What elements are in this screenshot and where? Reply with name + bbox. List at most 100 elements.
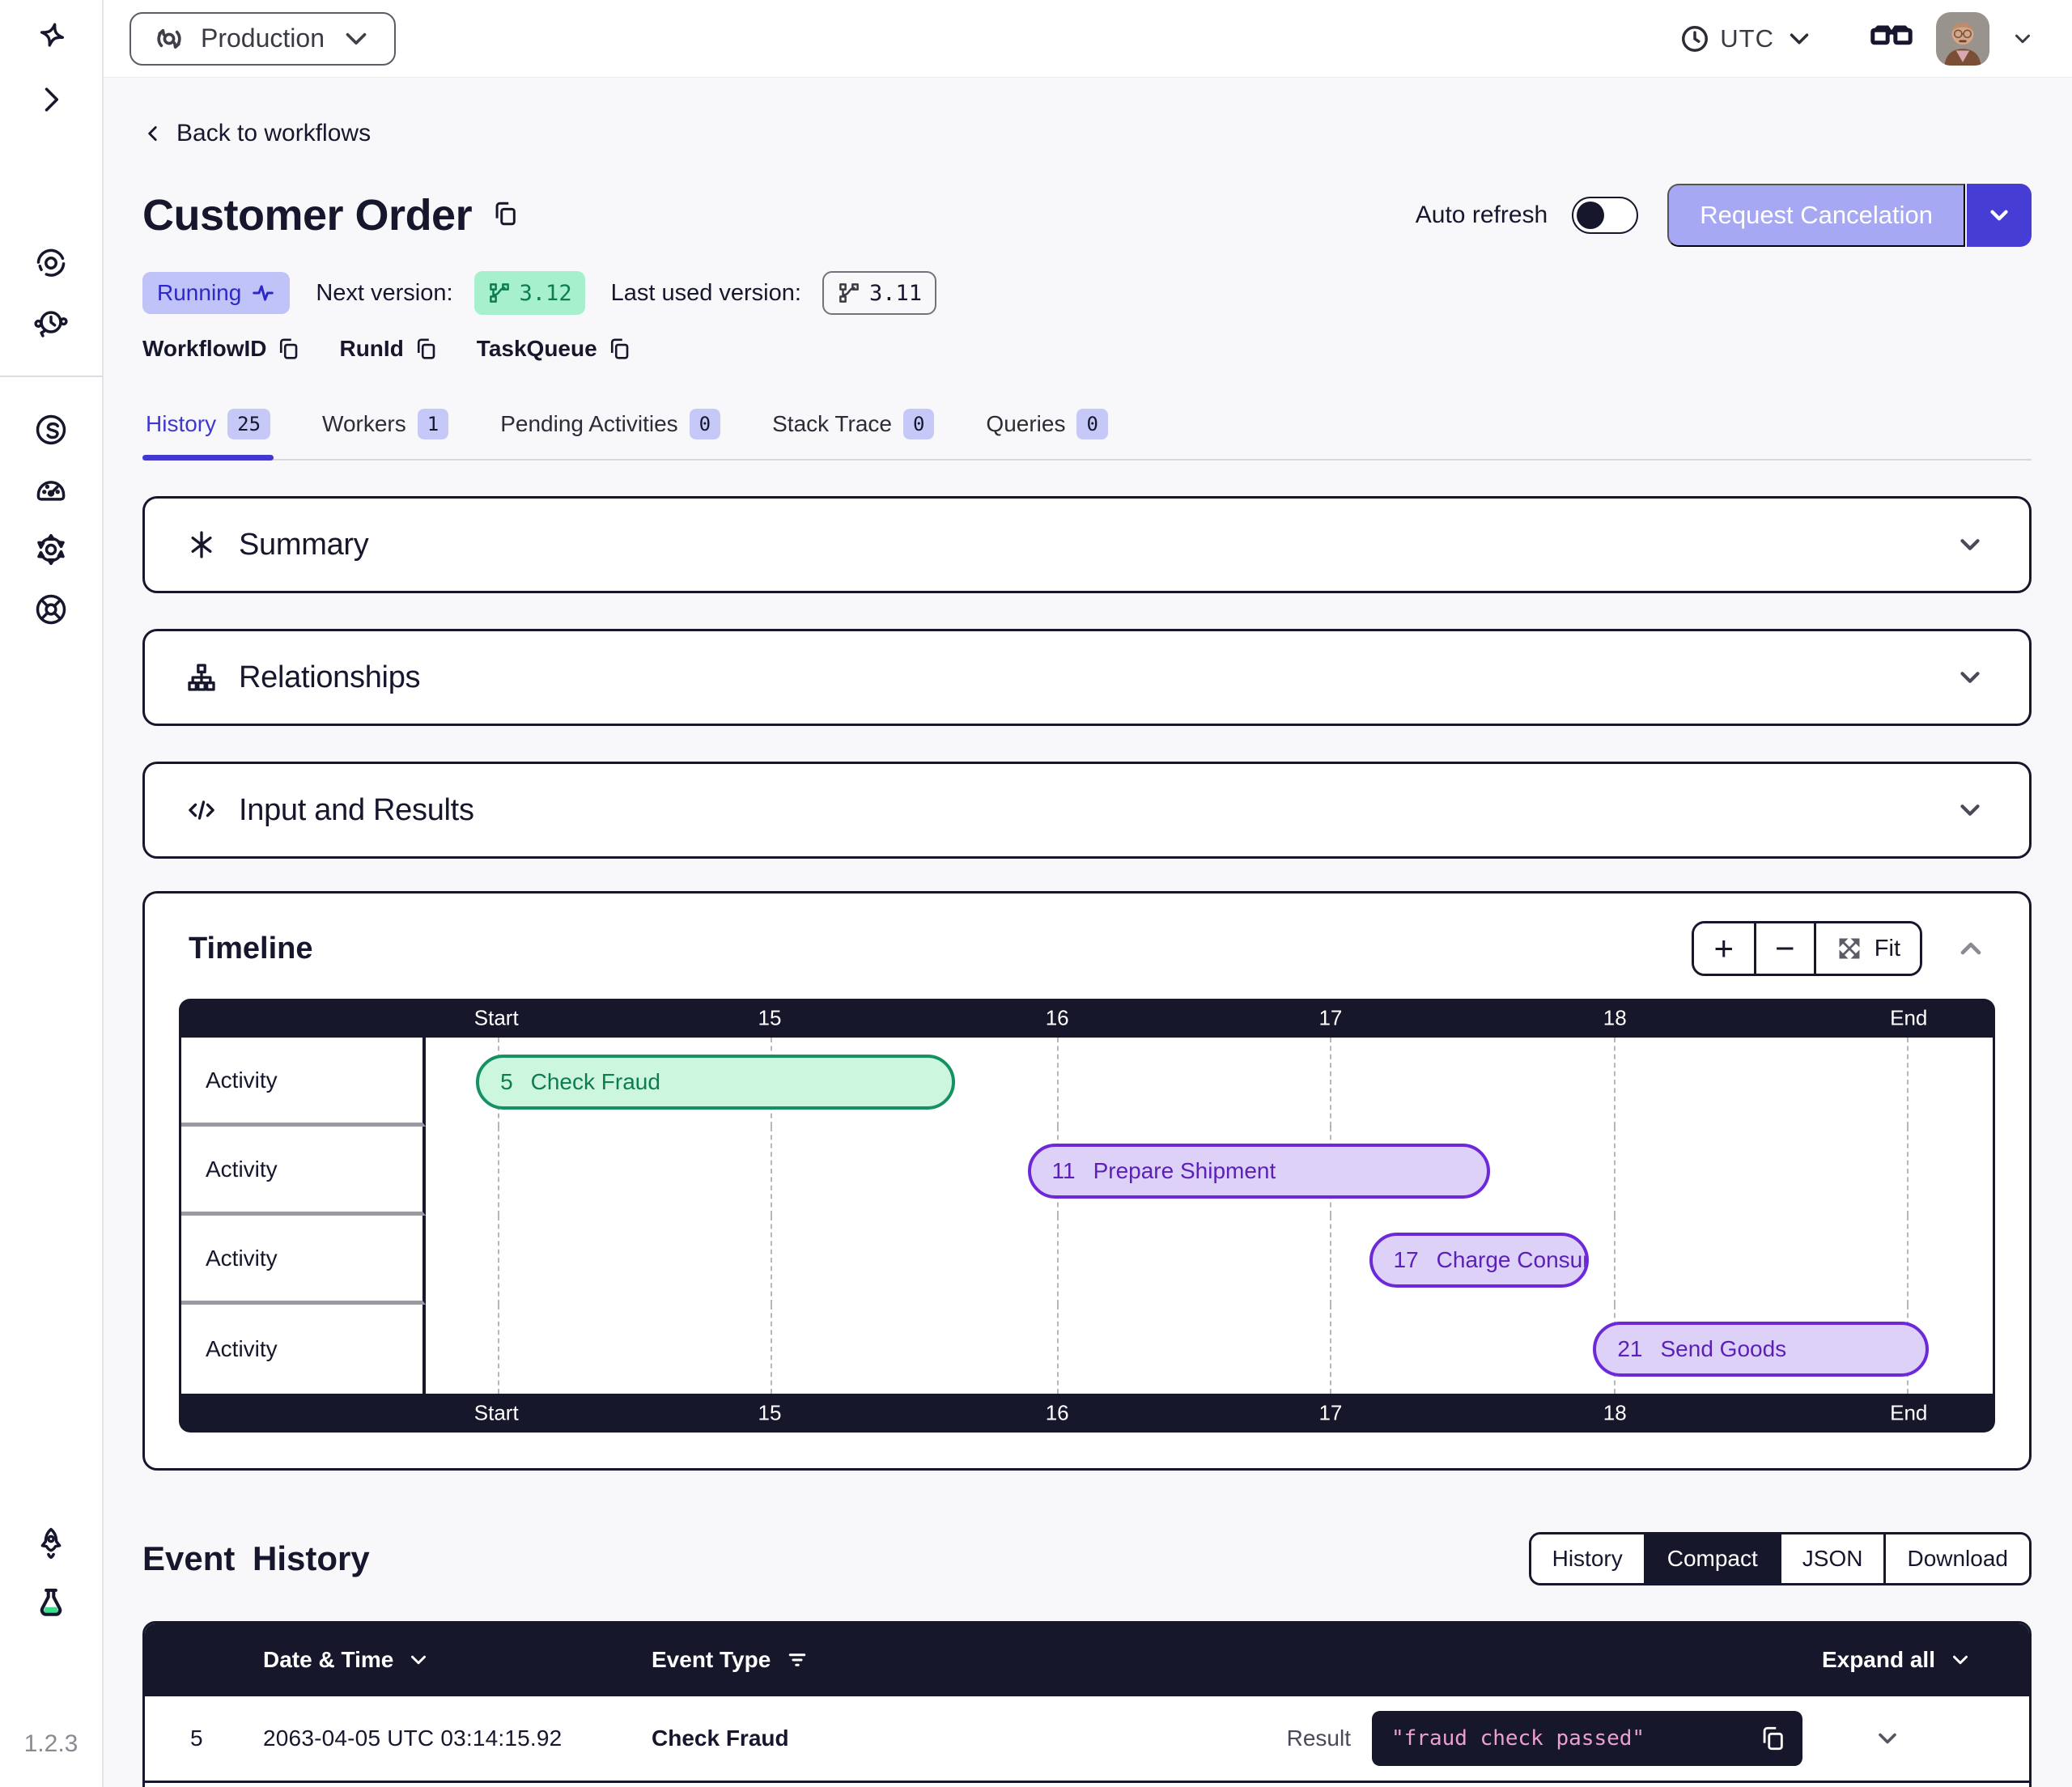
pulse-icon xyxy=(251,281,275,305)
timeline-bar-prepare-shipment[interactable]: 11 Prepare Shipment xyxy=(1028,1144,1490,1199)
column-event-type[interactable]: Event Type xyxy=(652,1647,1822,1673)
avatar[interactable] xyxy=(1936,12,1989,66)
timeline-row: Activity 11 Prepare Shipment xyxy=(181,1127,1993,1216)
auto-refresh-toggle[interactable] xyxy=(1572,197,1638,234)
copy-icon[interactable] xyxy=(414,337,438,361)
timeline-tick: End xyxy=(1890,1401,1927,1426)
flask-icon[interactable] xyxy=(0,1573,103,1633)
usage-gauge-icon[interactable] xyxy=(0,460,103,520)
timeline-bar-name: Charge Consumer xyxy=(1437,1247,1589,1273)
collapse-timeline-icon[interactable] xyxy=(1955,932,1987,965)
event-history-title: Event History xyxy=(142,1539,370,1578)
meta-runid[interactable]: RunId xyxy=(339,336,437,362)
timeline-tick: Start xyxy=(474,1401,519,1426)
zoom-fit-button[interactable]: Fit xyxy=(1814,923,1920,974)
sidebar-expand-icon[interactable] xyxy=(0,70,103,129)
timeline-gridline xyxy=(1614,1038,1616,1127)
status-badge: Running xyxy=(142,272,290,314)
timeline-tick: 16 xyxy=(1046,1401,1069,1426)
tab-queries[interactable]: Queries 0 xyxy=(983,399,1111,459)
mode-history[interactable]: History xyxy=(1531,1534,1644,1583)
panel-relationships[interactable]: Relationships xyxy=(142,629,2032,726)
tab-count-badge: 25 xyxy=(227,409,270,439)
copy-icon[interactable] xyxy=(607,337,631,361)
mode-download[interactable]: Download xyxy=(1883,1534,2029,1583)
timeline-gridline xyxy=(1057,1038,1059,1127)
timeline-bar-charge-consumer[interactable]: 17 Charge Consumer xyxy=(1369,1233,1589,1288)
timeline-axis-top: Start15161718End xyxy=(179,999,1995,1038)
timeline-row-chart: 11 Prepare Shipment xyxy=(426,1127,1993,1216)
timeline-row: Activity 5 Check Fraud xyxy=(181,1038,1993,1127)
workflows-icon[interactable] xyxy=(0,233,103,293)
cancelation-menu-button[interactable] xyxy=(1967,184,2032,247)
column-date-time[interactable]: Date & Time xyxy=(263,1647,652,1673)
timeline-tick: 18 xyxy=(1603,1006,1627,1031)
copy-icon[interactable] xyxy=(276,337,300,361)
timeline-row-label: Activity xyxy=(181,1305,426,1394)
timeline-gridline xyxy=(771,1305,772,1394)
account-menu-chevron-icon[interactable] xyxy=(2010,27,2035,51)
timeline-gridline xyxy=(1614,1216,1616,1305)
timeline-bar-send-goods[interactable]: 21 Send Goods xyxy=(1593,1322,1928,1377)
meta-workflowid[interactable]: WorkflowID xyxy=(142,336,300,362)
expand-all-button[interactable]: Expand all xyxy=(1822,1647,1972,1673)
copy-title-icon[interactable] xyxy=(491,200,519,231)
rocket-icon[interactable] xyxy=(0,1513,103,1573)
timeline-row-chart: 5 Check Fraud xyxy=(426,1038,1993,1127)
settings-gear-icon[interactable] xyxy=(0,520,103,579)
sidebar: 1.2.3 xyxy=(0,0,104,1787)
tab-stack-trace[interactable]: Stack Trace 0 xyxy=(769,399,937,459)
chevron-down-icon xyxy=(1955,529,1985,560)
timeline-card: Timeline + − Fit xyxy=(142,891,2032,1471)
nexus-icon[interactable] xyxy=(0,400,103,460)
mode-compact[interactable]: Compact xyxy=(1644,1534,1779,1583)
timeline-bar-event-id: 17 xyxy=(1394,1247,1419,1273)
labs-star-icon[interactable] xyxy=(0,10,103,70)
namespace-icon xyxy=(152,22,186,56)
event-history-rows: 5 2063-04-05 UTC 03:14:15.92 Check Fraud… xyxy=(145,1696,2029,1787)
auto-refresh-label: Auto refresh xyxy=(1416,202,1548,229)
support-ring-icon[interactable] xyxy=(0,579,103,639)
meta-taskqueue[interactable]: TaskQueue xyxy=(477,336,631,362)
glasses-icon[interactable] xyxy=(1868,20,1915,57)
timeline-bar-event-id: 21 xyxy=(1617,1336,1642,1362)
timeline-tick: 17 xyxy=(1318,1006,1342,1031)
expand-event-icon[interactable] xyxy=(1873,1724,1902,1753)
panel-summary[interactable]: Summary xyxy=(142,496,2032,593)
timeline-bar-check-fraud[interactable]: 5 Check Fraud xyxy=(476,1055,955,1110)
chevron-left-icon xyxy=(142,123,163,144)
timeline-gridline xyxy=(498,1305,499,1394)
timeline-gridline xyxy=(771,1216,772,1305)
timeline-gridline xyxy=(1907,1038,1909,1127)
tab-count-badge: 0 xyxy=(1076,409,1107,439)
tab-history[interactable]: History 25 xyxy=(142,399,274,459)
request-cancelation-button[interactable]: Request Cancelation xyxy=(1667,184,1965,247)
timeline-gridline xyxy=(1330,1038,1331,1127)
timeline-bar-name: Prepare Shipment xyxy=(1093,1158,1276,1184)
sidebar-bottom: 1.2.3 xyxy=(0,1513,103,1787)
event-history-table: Date & Time Event Type Expand all 5 2063… xyxy=(142,1621,2032,1787)
tab-workers[interactable]: Workers 1 xyxy=(319,399,452,459)
timeline-row-label: Activity xyxy=(181,1038,426,1127)
next-version-label: Next version: xyxy=(316,280,452,307)
namespace-switcher[interactable]: Production xyxy=(130,12,396,66)
event-row[interactable]: 5 2063-04-05 UTC 03:14:15.92 Check Fraud… xyxy=(145,1696,2029,1781)
back-to-workflows-link[interactable]: Back to workflows xyxy=(142,120,371,147)
schedules-icon[interactable] xyxy=(0,293,103,353)
chevron-down-icon xyxy=(1955,662,1985,693)
zoom-out-button[interactable]: − xyxy=(1754,923,1814,974)
timeline-bar-event-id: 11 xyxy=(1052,1158,1076,1184)
zoom-in-button[interactable]: + xyxy=(1694,923,1754,974)
hierarchy-icon xyxy=(185,661,218,694)
tab-pending-activities[interactable]: Pending Activities 0 xyxy=(497,399,724,459)
timeline-gridline xyxy=(498,1127,499,1216)
mode-json[interactable]: JSON xyxy=(1779,1534,1884,1583)
panel-input-results[interactable]: Input and Results xyxy=(142,762,2032,859)
chevron-down-icon xyxy=(339,22,373,56)
clock-icon xyxy=(1679,23,1710,54)
timeline-row-label: Activity xyxy=(181,1127,426,1216)
event-row[interactable]: 11 2063-04-05 UTC 03:15:55.01 Prepare Sh… xyxy=(145,1781,2029,1787)
event-result-label: Result xyxy=(1287,1725,1351,1751)
copy-icon[interactable] xyxy=(1759,1725,1786,1752)
timezone-selector[interactable]: UTC xyxy=(1679,23,1815,54)
